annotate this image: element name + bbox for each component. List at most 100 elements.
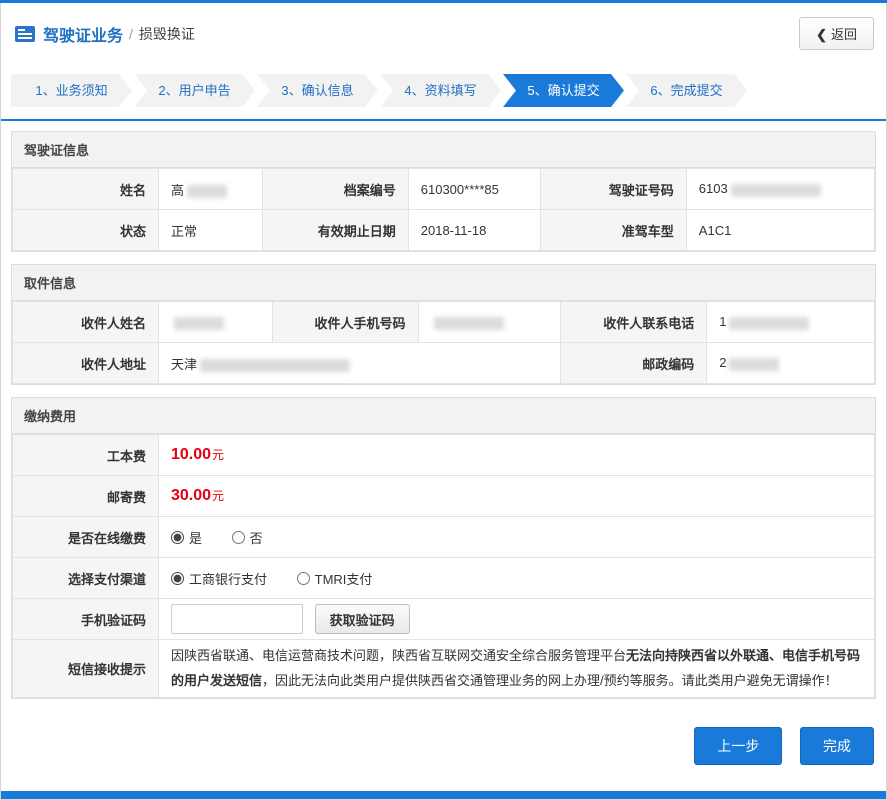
- fees-section-title: 缴纳费用: [12, 398, 875, 434]
- table-row: 收件人地址 天津 邮政编码 2: [12, 342, 875, 384]
- back-button-label: 返回: [830, 27, 857, 42]
- address-label: 收件人地址: [12, 342, 159, 384]
- sms-notice-part1: 因陕西省联通、电信运营商技术问题，陕西省互联网交通安全综合服务管理平台: [171, 648, 627, 663]
- chevron-left-icon: ❮: [816, 27, 827, 42]
- license-number-label: 驾驶证号码: [539, 168, 687, 210]
- redacted-recipient-name: [174, 316, 224, 330]
- step-6-finish-submit[interactable]: 6、完成提交: [626, 74, 747, 107]
- main-content: 驾驶证信息 姓名 高 档案编号 610300****85 驾驶证号码 6103 …: [1, 121, 886, 711]
- redacted-recipient-tel: [729, 316, 810, 330]
- redacted-name: [187, 184, 228, 198]
- license-info-section-title: 驾驶证信息: [12, 132, 875, 168]
- license-service-icon: [15, 25, 35, 42]
- get-code-button[interactable]: 获取验证码: [314, 604, 410, 634]
- table-row: 手机验证码 获取验证码: [12, 598, 875, 640]
- name-label: 姓名: [12, 168, 159, 210]
- payment-channel-label: 选择支付渠道: [12, 557, 159, 599]
- table-row: 姓名 高 档案编号 610300****85 驾驶证号码 6103: [12, 168, 876, 210]
- expiry-value: 2018-11-18: [407, 209, 541, 251]
- redacted-recipient-phone: [433, 316, 504, 330]
- step-3-confirm-info[interactable]: 3、确认信息: [257, 74, 378, 107]
- step-5-confirm-submit[interactable]: 5、确认提交: [503, 74, 624, 107]
- pickup-info-section: 取件信息 收件人姓名 收件人手机号码 收件人联系电话 1 收件人地址 天津 邮政…: [11, 264, 876, 385]
- recipient-name-value: [158, 301, 273, 343]
- bottom-accent-bar: [1, 791, 886, 800]
- payment-channel-options: 工商银行支付 TMRI支付: [158, 557, 875, 599]
- page-title: 驾驶证业务: [43, 27, 124, 45]
- channel-icbc-label: 工商银行支付: [189, 571, 268, 587]
- table-row: 收件人姓名 收件人手机号码 收件人联系电话 1: [12, 301, 875, 343]
- step-4-fill-data[interactable]: 4、资料填写: [380, 74, 501, 107]
- license-info-table: 姓名 高 档案编号 610300****85 驾驶证号码 6103 状态 正常 …: [12, 168, 876, 251]
- finish-button[interactable]: 完成: [800, 727, 874, 766]
- mail-fee-amount: 30.00: [171, 487, 212, 504]
- table-row: 是否在线缴费 是 否: [12, 516, 875, 558]
- production-fee-unit: 元: [212, 448, 225, 462]
- step-wizard: 1、业务须知 2、用户申告 3、确认信息 4、资料填写 5、确认提交 6、完成提…: [1, 62, 886, 119]
- page-container: 驾驶证业务 / 损毁换证 ❮ 返回 1、业务须知 2、用户申告 3、确认信息 4、…: [0, 3, 887, 800]
- recipient-phone-value: [417, 301, 562, 343]
- sms-notice-label: 短信接收提示: [12, 638, 159, 699]
- sms-notice-text: 因陕西省联通、电信运营商技术问题，陕西省互联网交通安全综合服务管理平台无法向持陕…: [158, 638, 875, 699]
- status-value: 正常: [158, 209, 263, 251]
- status-label: 状态: [12, 209, 159, 251]
- recipient-phone-label: 收件人手机号码: [271, 301, 419, 343]
- postal-code-label: 邮政编码: [560, 342, 708, 384]
- address-value: 天津: [157, 342, 562, 384]
- production-fee-label: 工本费: [12, 434, 159, 476]
- license-number-value: 6103: [685, 168, 876, 210]
- redacted-address: [200, 358, 351, 372]
- online-pay-options: 是 否: [158, 516, 875, 558]
- online-pay-no-radio[interactable]: [231, 530, 245, 544]
- vehicle-type-label: 准驾车型: [539, 209, 687, 251]
- redacted-license-number: [730, 183, 821, 197]
- online-pay-label: 是否在线缴费: [12, 516, 159, 558]
- footer-actions: 上一步 完成: [1, 711, 886, 791]
- production-fee-value: 10.00元: [158, 434, 875, 476]
- table-row: 邮寄费 30.00元: [12, 475, 875, 517]
- step-2-user-declaration[interactable]: 2、用户申告: [134, 74, 255, 107]
- recipient-name-label: 收件人姓名: [12, 301, 159, 343]
- channel-icbc-radio[interactable]: [171, 571, 184, 585]
- mail-fee-unit: 元: [212, 489, 225, 503]
- name-value: 高: [158, 168, 263, 210]
- sms-code-input[interactable]: [171, 604, 303, 634]
- fees-table: 工本费 10.00元 邮寄费 30.00元 是否在线缴费 是 否 选择支付渠道 …: [12, 434, 875, 699]
- header: 驾驶证业务 / 损毁换证 ❮ 返回: [1, 3, 886, 62]
- title-separator: /: [129, 25, 133, 42]
- mail-fee-value: 30.00元: [158, 475, 875, 517]
- channel-tmri-label: TMRI支付: [314, 571, 373, 587]
- online-pay-yes-label: 是: [189, 530, 203, 546]
- pickup-info-table: 收件人姓名 收件人手机号码 收件人联系电话 1 收件人地址 天津 邮政编码 2: [12, 301, 875, 384]
- file-number-label: 档案编号: [261, 168, 409, 210]
- channel-icbc-option[interactable]: 工商银行支付: [171, 569, 267, 588]
- table-row: 选择支付渠道 工商银行支付 TMRI支付: [12, 557, 875, 599]
- online-pay-no-option[interactable]: 否: [231, 528, 263, 547]
- page-subtitle: 损毁换证: [138, 25, 195, 42]
- online-pay-yes-option[interactable]: 是: [171, 528, 202, 547]
- recipient-tel-label: 收件人联系电话: [560, 301, 708, 343]
- redacted-postal-code: [729, 357, 780, 371]
- previous-step-button[interactable]: 上一步: [694, 727, 783, 766]
- recipient-tel-value: 1: [706, 301, 875, 343]
- table-row: 状态 正常 有效期止日期 2018-11-18 准驾车型 A1C1: [12, 209, 876, 251]
- channel-tmri-option[interactable]: TMRI支付: [296, 569, 373, 588]
- production-fee-amount: 10.00: [171, 446, 212, 463]
- sms-code-cell: 获取验证码: [158, 598, 875, 640]
- sms-notice-part3: ，因此无法向此类用户提供陕西省交通管理业务的网上办理/预约等服务。请此类用户避免…: [262, 672, 838, 688]
- online-pay-yes-radio[interactable]: [171, 530, 184, 544]
- table-row: 短信接收提示 因陕西省联通、电信运营商技术问题，陕西省互联网交通安全综合服务管理…: [12, 638, 875, 699]
- table-row: 工本费 10.00元: [12, 434, 875, 476]
- expiry-label: 有效期止日期: [261, 209, 409, 251]
- pickup-info-section-title: 取件信息: [12, 265, 875, 301]
- vehicle-type-value: A1C1: [685, 209, 876, 251]
- step-1-business-notice[interactable]: 1、业务须知: [11, 74, 132, 107]
- postal-code-value: 2: [706, 342, 875, 384]
- channel-tmri-radio[interactable]: [296, 571, 310, 585]
- online-pay-no-label: 否: [249, 530, 263, 546]
- back-button[interactable]: ❮ 返回: [799, 17, 874, 50]
- sms-code-label: 手机验证码: [12, 598, 159, 640]
- file-number-value: 610300****85: [407, 168, 541, 210]
- license-info-section: 驾驶证信息 姓名 高 档案编号 610300****85 驾驶证号码 6103 …: [11, 131, 876, 252]
- fees-section: 缴纳费用 工本费 10.00元 邮寄费 30.00元 是否在线缴费 是 否 选择…: [11, 397, 876, 700]
